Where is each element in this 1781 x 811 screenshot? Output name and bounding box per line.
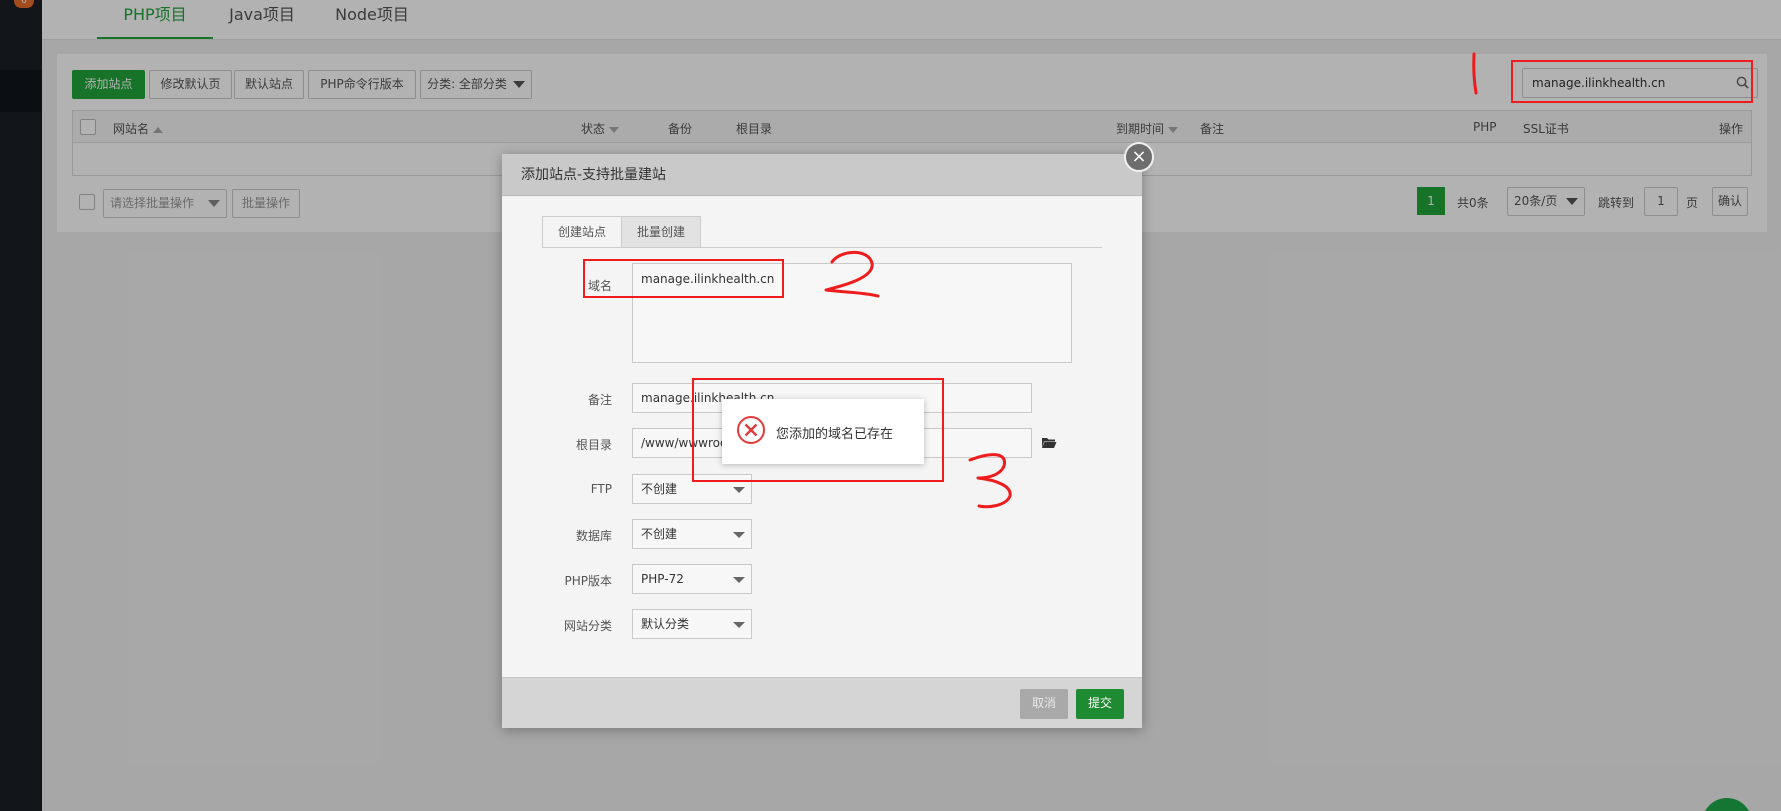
ftp-select-value: 不创建 (641, 482, 678, 496)
tab-divider (542, 247, 1102, 248)
remark-label: 备注 (587, 393, 612, 407)
submit-button[interactable]: 提交 (1076, 689, 1124, 719)
chevron-down-icon (733, 487, 745, 493)
database-label: 数据库 (575, 529, 612, 543)
site-category-select[interactable]: 默认分类 (632, 609, 752, 639)
folder-open-icon[interactable] (1041, 436, 1057, 449)
site-category-select-value: 默认分类 (641, 617, 690, 631)
site-category-label: 网站分类 (563, 619, 612, 633)
database-select[interactable]: 不创建 (632, 519, 752, 549)
close-icon[interactable]: × (1124, 142, 1154, 172)
database-select-value: 不创建 (641, 527, 678, 541)
ftp-label: FTP (590, 482, 612, 496)
annotation-box-toast (692, 378, 944, 482)
cancel-button[interactable]: 取消 (1020, 689, 1068, 719)
chevron-down-icon (733, 622, 745, 628)
dialog-title: 添加站点-支持批量建站 (502, 154, 1142, 196)
php-version-label: PHP版本 (564, 574, 613, 588)
chevron-down-icon (733, 532, 745, 538)
root-dir-label: 根目录 (575, 438, 612, 452)
tab-batch-create[interactable]: 批量创建 (621, 216, 702, 248)
annotation-box-search (1511, 60, 1753, 103)
tab-create-site[interactable]: 创建站点 (542, 216, 623, 248)
php-version-select[interactable]: PHP-72 (632, 564, 752, 594)
chevron-down-icon (733, 577, 745, 583)
dialog-footer: 取消 提交 (502, 677, 1142, 728)
php-version-select-value: PHP-72 (641, 572, 684, 586)
annotation-box-domain (583, 259, 784, 298)
